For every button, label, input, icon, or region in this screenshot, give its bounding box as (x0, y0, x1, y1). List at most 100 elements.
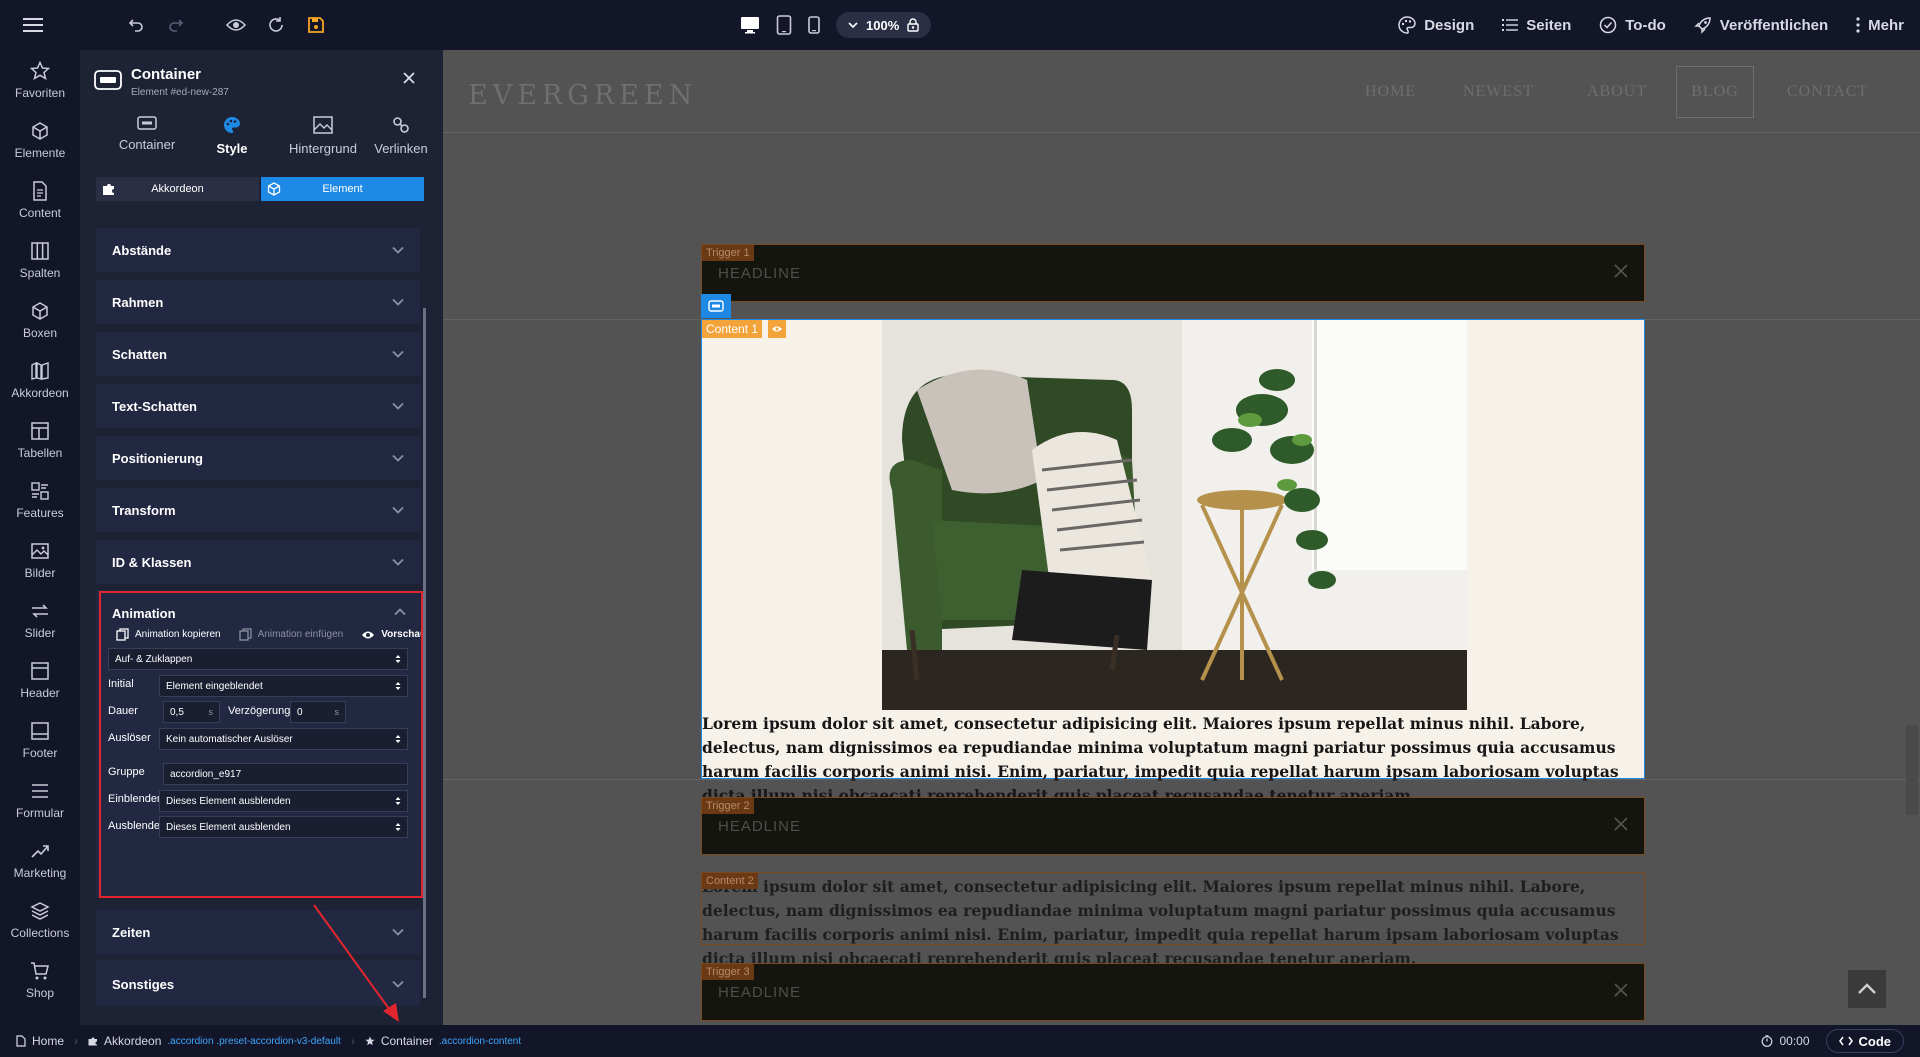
pages-button[interactable]: Seiten (1502, 17, 1571, 34)
sidebar-item-formular[interactable]: Formular (0, 770, 80, 830)
segment-label: Element (322, 183, 363, 195)
section-label: Abstände (112, 242, 172, 258)
sidebar-item-spalten[interactable]: Spalten (0, 230, 80, 290)
lock-icon[interactable] (907, 18, 919, 32)
sidebar-item-boxen[interactable]: Boxen (0, 290, 80, 350)
code-button[interactable]: Code (1825, 1029, 1904, 1053)
sidebar-item-favoriten[interactable]: Favoriten (0, 50, 80, 110)
accordion-content-2[interactable]: Lorem ipsum dolor sit amet, consectetur … (701, 872, 1645, 968)
nav-newest[interactable]: NEWEST (1463, 83, 1534, 101)
tab-style[interactable]: Style (185, 116, 279, 156)
panel-scrollbar[interactable] (423, 308, 426, 998)
close-icon[interactable] (1614, 983, 1628, 997)
breadcrumb-akkordeon[interactable]: Akkordeon .accordion .preset-accordion-v… (88, 1034, 341, 1048)
close-icon[interactable] (403, 72, 415, 84)
nav-blog[interactable]: BLOG (1676, 66, 1754, 118)
columns-icon (30, 241, 50, 261)
document-icon (31, 180, 49, 201)
design-button[interactable]: Design (1398, 16, 1474, 34)
segment-label: Akkordeon (151, 183, 204, 195)
header-divider (443, 132, 1920, 133)
accordion-trigger-1[interactable]: Trigger 1 HEADLINE (701, 244, 1645, 302)
desktop-icon[interactable] (740, 16, 760, 34)
nav-contact[interactable]: CONTACT (1787, 83, 1868, 101)
chevron-up-icon (1857, 983, 1877, 995)
sidebar-item-label: Spalten (19, 265, 61, 280)
publish-button[interactable]: Veröffentlichen (1694, 16, 1828, 34)
content-tag: Content 1 (702, 320, 763, 338)
tab-verlinken[interactable]: Verlinken (354, 116, 443, 156)
section-abstaende[interactable]: Abstände (96, 228, 420, 272)
section-label: Transform (112, 502, 176, 518)
close-icon[interactable] (1614, 817, 1628, 831)
section-label: Rahmen (112, 294, 164, 310)
palette-icon (1398, 16, 1416, 34)
canvas-scrollbar[interactable] (1906, 725, 1918, 815)
breadcrumb-home[interactable]: Home (16, 1034, 64, 1048)
section-schatten[interactable]: Schatten (96, 332, 420, 376)
section-positionierung[interactable]: Positionierung (96, 436, 420, 480)
menu-icon[interactable] (0, 0, 66, 50)
accordion-trigger-3[interactable]: Trigger 3 HEADLINE (701, 963, 1645, 1021)
style-target-switch: Akkordeon Element (96, 177, 424, 201)
zoom-control[interactable]: 100% (836, 12, 932, 38)
close-icon[interactable] (1614, 264, 1628, 278)
breadcrumb-container[interactable]: Container .accordion-content (365, 1034, 521, 1048)
sidebar-item-features[interactable]: Features (0, 470, 80, 530)
sidebar-item-bilder[interactable]: Bilder (0, 530, 80, 590)
content-tag: Content 2 (702, 873, 758, 889)
footer-icon (30, 721, 50, 741)
trigger-tag: Trigger 1 (702, 245, 754, 261)
section-id-klassen[interactable]: ID & Klassen (96, 540, 420, 584)
sidebar-item-slider[interactable]: Slider (0, 590, 80, 650)
section-label: Text-Schatten (112, 398, 197, 414)
section-label: Zeiten (112, 924, 151, 940)
accordion-trigger-2[interactable]: Trigger 2 HEADLINE (701, 797, 1645, 855)
container-badge[interactable] (701, 294, 731, 318)
mobile-icon[interactable] (808, 16, 820, 34)
sidebar-item-content[interactable]: Content (0, 170, 80, 230)
nav-home[interactable]: HOME (1365, 83, 1416, 101)
todo-button[interactable]: To-do (1599, 16, 1666, 34)
armchair-photo (882, 320, 1467, 710)
save-icon[interactable] (296, 0, 336, 50)
section-rahmen[interactable]: Rahmen (96, 280, 420, 324)
site-logo[interactable]: EVERGREEN (468, 80, 697, 111)
section-label: Schatten (112, 346, 167, 362)
sidebar-item-label: Shop (25, 985, 55, 1000)
slider-icon (30, 601, 50, 621)
section-transform[interactable]: Transform (96, 488, 420, 532)
sidebar-item-marketing[interactable]: Marketing (0, 830, 80, 890)
segment-akkordeon[interactable]: Akkordeon (96, 177, 259, 201)
section-text-schatten[interactable]: Text-Schatten (96, 384, 420, 428)
nav-about[interactable]: ABOUT (1587, 83, 1647, 101)
breadcrumb-label: Container (380, 1034, 433, 1048)
sidebar-item-label: Elemente (14, 145, 66, 160)
trigger-tag: Trigger 2 (702, 798, 754, 814)
visibility-eye-icon[interactable] (768, 320, 786, 338)
todo-label: To-do (1625, 16, 1666, 34)
panel-subtitle: Element #ed-new-287 (131, 87, 229, 98)
tab-container[interactable]: Container (100, 116, 194, 152)
tablet-icon[interactable] (776, 15, 792, 35)
sidebar-item-akkordeon[interactable]: Akkordeon (0, 350, 80, 410)
accordion-content-1[interactable]: Lorem ipsum dolor sit amet, consectetur … (701, 319, 1645, 805)
sidebar-item-collections[interactable]: Collections (0, 890, 80, 950)
sidebar-item-shop[interactable]: Shop (0, 950, 80, 1010)
segment-element[interactable]: Element (261, 177, 424, 201)
pages-label: Seiten (1526, 16, 1572, 34)
redo-icon[interactable] (156, 0, 196, 50)
sidebar-item-header[interactable]: Header (0, 650, 80, 710)
more-button[interactable]: Mehr (1856, 17, 1904, 34)
preview-eye-icon[interactable] (216, 0, 256, 50)
sidebar-item-footer[interactable]: Footer (0, 710, 80, 770)
chevron-down-icon (392, 298, 404, 306)
undo-icon[interactable] (116, 0, 156, 50)
sidebar-item-tabellen[interactable]: Tabellen (0, 410, 80, 470)
panel-title: Container (131, 66, 202, 83)
marketing-icon (30, 841, 50, 861)
sidebar-item-elemente[interactable]: Elemente (0, 110, 80, 170)
refresh-icon[interactable] (256, 0, 296, 50)
scroll-to-top-button[interactable] (1848, 970, 1886, 1008)
link-icon (392, 116, 410, 134)
